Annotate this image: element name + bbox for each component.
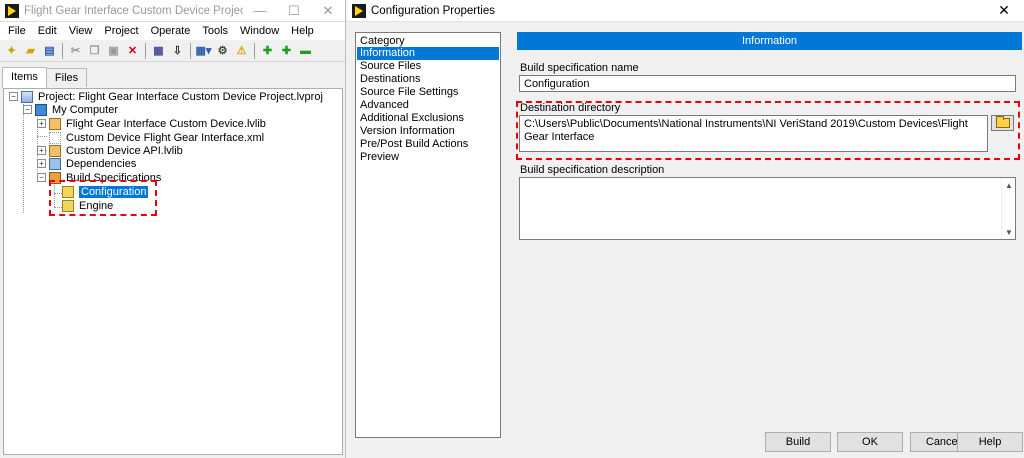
maximize-button[interactable]: ☐ bbox=[277, 0, 311, 22]
project-explorer-window: Flight Gear Interface Custom Device Proj… bbox=[0, 0, 346, 458]
build-spec-description-label: Build specification description bbox=[520, 164, 665, 176]
tree-label: Dependencies bbox=[66, 157, 137, 170]
tree-item-dependencies[interactable]: + Dependencies bbox=[37, 157, 136, 170]
tree-item-project[interactable]: − Project: Flight Gear Interface Custom … bbox=[9, 90, 323, 103]
project-window-title: Flight Gear Interface Custom Device Proj… bbox=[24, 4, 243, 17]
warning-icon[interactable]: ⚠ bbox=[233, 42, 250, 59]
category-destinations[interactable]: Destinations bbox=[356, 73, 500, 86]
view-options-icon[interactable]: ▦▾ bbox=[195, 42, 212, 59]
category-pre-post-build-actions[interactable]: Pre/Post Build Actions bbox=[356, 138, 500, 151]
menu-bar: File Edit View Project Operate Tools Win… bbox=[0, 22, 345, 40]
category-source-file-settings[interactable]: Source File Settings bbox=[356, 86, 500, 99]
project-icon bbox=[21, 90, 33, 103]
category-version-information[interactable]: Version Information bbox=[356, 125, 500, 138]
tree-item-lvlib-api[interactable]: + Custom Device API.lvlib bbox=[37, 144, 183, 157]
project-titlebar: Flight Gear Interface Custom Device Proj… bbox=[0, 0, 345, 22]
library-icon bbox=[49, 117, 61, 130]
category-additional-exclusions[interactable]: Additional Exclusions bbox=[356, 112, 500, 125]
deploy-icon[interactable]: ⇩ bbox=[169, 42, 186, 59]
toolbar: ✦ ▰ ▤ ✂ ❐ ▣ ✕ ▦ ⇩ ▦▾ ⚙ ⚠ ✚ ✚ ▬ bbox=[0, 40, 345, 62]
tab-files[interactable]: Files bbox=[45, 68, 88, 87]
category-list: Category Information Source Files Destin… bbox=[355, 32, 501, 438]
expand-icon[interactable]: + bbox=[37, 119, 46, 128]
tree-label: Custom Device Flight Gear Interface.xml bbox=[66, 131, 265, 144]
menu-file[interactable]: File bbox=[2, 25, 32, 37]
project-tree: − Project: Flight Gear Interface Custom … bbox=[3, 88, 343, 455]
tree-item-xml[interactable]: Custom Device Flight Gear Interface.xml bbox=[49, 131, 264, 144]
menu-edit[interactable]: Edit bbox=[32, 25, 63, 37]
build-icon[interactable]: ▦ bbox=[150, 42, 167, 59]
collapse-icon[interactable]: − bbox=[23, 105, 32, 114]
highlight-box-destination bbox=[516, 101, 1020, 160]
remove-item-icon[interactable]: ▬ bbox=[297, 42, 314, 59]
configuration-properties-window: Configuration Properties ✕ Category Info… bbox=[347, 0, 1024, 458]
labview-app-icon bbox=[352, 3, 366, 18]
collapse-icon[interactable]: − bbox=[9, 92, 18, 101]
collapse-icon[interactable]: − bbox=[37, 173, 46, 182]
scroll-down-icon[interactable]: ▼ bbox=[1002, 225, 1016, 239]
paste-icon[interactable]: ▣ bbox=[105, 42, 122, 59]
menu-window[interactable]: Window bbox=[234, 25, 285, 37]
tree-label-my-computer: My Computer bbox=[52, 103, 119, 116]
tab-items[interactable]: Items bbox=[2, 67, 47, 88]
save-all-icon[interactable]: ▤ bbox=[41, 42, 58, 59]
computer-icon bbox=[35, 103, 47, 116]
open-folder-icon[interactable]: ▰ bbox=[22, 42, 39, 59]
build-spec-description-textarea[interactable]: ▲ ▼ bbox=[519, 177, 1016, 240]
build-spec-name-label: Build specification name bbox=[520, 62, 639, 74]
category-information[interactable]: Information bbox=[357, 47, 499, 60]
tree-item-my-computer[interactable]: − My Computer bbox=[23, 103, 118, 116]
add-folder-icon[interactable]: ✚ bbox=[278, 42, 295, 59]
description-scrollbar[interactable]: ▲ ▼ bbox=[1001, 178, 1015, 239]
ok-button[interactable]: OK bbox=[837, 432, 903, 452]
minimize-button[interactable]: — bbox=[243, 0, 277, 22]
expand-icon[interactable]: + bbox=[37, 146, 46, 155]
help-button[interactable]: Help bbox=[957, 432, 1023, 452]
close-button[interactable]: ✕ bbox=[311, 0, 345, 22]
scroll-up-icon[interactable]: ▲ bbox=[1002, 178, 1016, 192]
highlight-box-build-specs bbox=[49, 180, 157, 216]
tree-label: Custom Device API.lvlib bbox=[66, 144, 183, 157]
category-header: Category bbox=[360, 35, 405, 47]
add-item-icon[interactable]: ✚ bbox=[259, 42, 276, 59]
tree-label: Flight Gear Interface Custom Device.lvli… bbox=[66, 117, 266, 130]
project-tabs: Items Files bbox=[0, 67, 345, 88]
cut-icon[interactable]: ✂ bbox=[67, 42, 84, 59]
file-icon bbox=[49, 131, 61, 144]
tools-icon[interactable]: ⚙ bbox=[214, 42, 231, 59]
build-button[interactable]: Build bbox=[765, 432, 831, 452]
menu-project[interactable]: Project bbox=[98, 25, 144, 37]
category-advanced[interactable]: Advanced bbox=[356, 99, 500, 112]
menu-help[interactable]: Help bbox=[285, 25, 320, 37]
expand-icon[interactable]: + bbox=[37, 159, 46, 168]
build-spec-name-input[interactable]: Configuration bbox=[519, 75, 1016, 92]
labview-app-icon bbox=[5, 3, 19, 18]
new-icon[interactable]: ✦ bbox=[3, 42, 20, 59]
tree-label-project: Project: Flight Gear Interface Custom De… bbox=[38, 90, 323, 103]
library-icon bbox=[49, 144, 61, 157]
category-preview[interactable]: Preview bbox=[356, 151, 500, 164]
menu-operate[interactable]: Operate bbox=[145, 25, 197, 37]
tree-item-lvlib-flightgear[interactable]: + Flight Gear Interface Custom Device.lv… bbox=[37, 117, 266, 130]
menu-tools[interactable]: Tools bbox=[196, 25, 234, 37]
copy-icon[interactable]: ❐ bbox=[86, 42, 103, 59]
close-button[interactable]: ✕ bbox=[984, 0, 1024, 22]
category-source-files[interactable]: Source Files bbox=[356, 60, 500, 73]
dependencies-icon bbox=[49, 157, 61, 170]
config-titlebar: Configuration Properties ✕ bbox=[347, 0, 1024, 22]
delete-icon[interactable]: ✕ bbox=[124, 42, 141, 59]
config-window-title: Configuration Properties bbox=[371, 4, 496, 17]
section-header: Information bbox=[517, 32, 1022, 50]
menu-view[interactable]: View bbox=[63, 25, 99, 37]
